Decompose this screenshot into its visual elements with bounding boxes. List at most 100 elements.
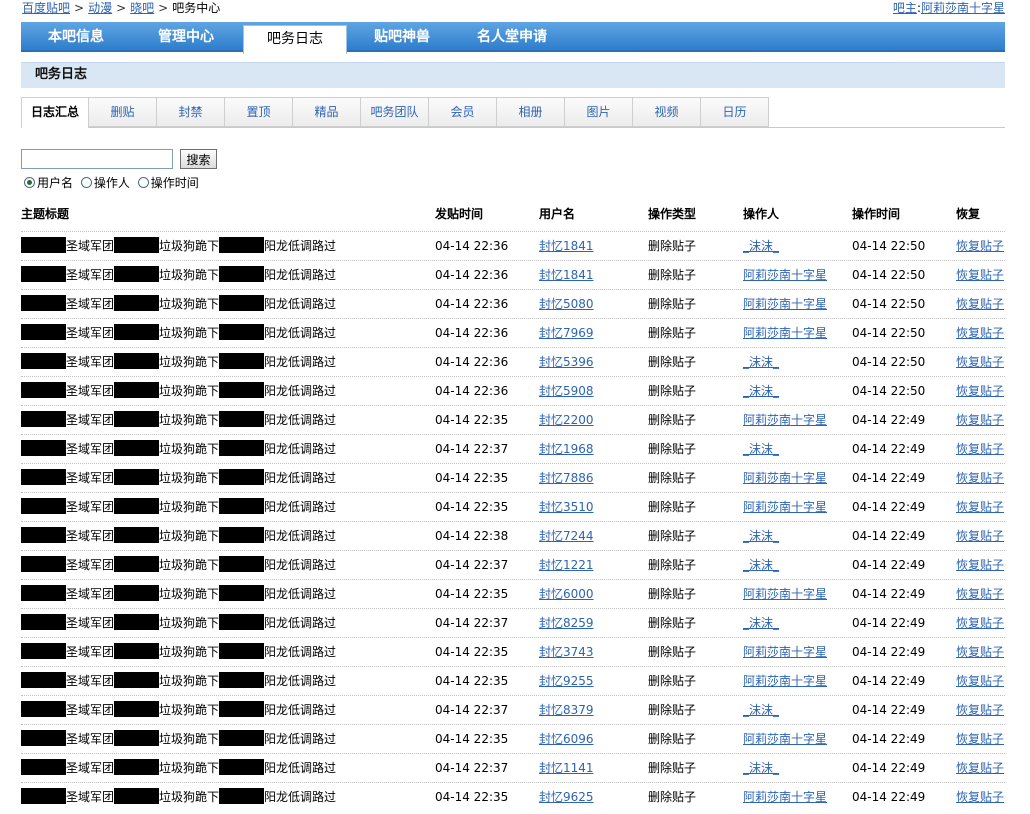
tab-management-center[interactable]: 管理中心 [131, 22, 241, 52]
operator-link[interactable]: _沫沫_ [743, 551, 779, 579]
username-link[interactable]: 封忆7244 [539, 522, 594, 550]
restore-post-link[interactable]: 恢复贴子 [956, 551, 1004, 579]
restore-post-link[interactable]: 恢复贴子 [956, 783, 1004, 811]
restore-post-link[interactable]: 恢复贴子 [956, 667, 1004, 695]
operator-link[interactable]: 阿莉莎南十字星 [743, 783, 827, 811]
topic-title: 圣域军团 垃圾狗跪下 阳龙低调路过 [21, 232, 336, 260]
subtab-calendar[interactable]: 日历 [701, 97, 769, 127]
operator-link[interactable]: _沫沫_ [743, 522, 779, 550]
restore-post-link[interactable]: 恢复贴子 [956, 348, 1004, 376]
username-link[interactable]: 封忆1221 [539, 551, 594, 579]
search-input[interactable] [21, 149, 173, 169]
table-row: 圣域军团 垃圾狗跪下 阳龙低调路过 04-14 22:36 封忆1841 删除贴子 … [21, 231, 1005, 260]
restore-post-link[interactable]: 恢复贴子 [956, 522, 1004, 550]
username-link[interactable]: 封忆1841 [539, 261, 594, 289]
restore-post-link[interactable]: 恢复贴子 [956, 609, 1004, 637]
operator-link[interactable]: 阿莉莎南十字星 [743, 406, 827, 434]
username-link[interactable]: 封忆8259 [539, 609, 594, 637]
breadcrumb-link-bar[interactable]: 晓吧 [130, 1, 154, 15]
table-row: 圣域军团 垃圾狗跪下 阳龙低调路过 04-14 22:36 封忆5908 删除贴子 … [21, 376, 1005, 405]
topic-title: 圣域军团 垃圾狗跪下 阳龙低调路过 [21, 406, 336, 434]
restore-post-link[interactable]: 恢复贴子 [956, 754, 1004, 782]
operator-link[interactable]: 阿莉莎南十字星 [743, 261, 827, 289]
radio-username[interactable]: 用户名 [24, 174, 73, 191]
username-link[interactable]: 封忆7969 [539, 319, 594, 347]
subtab-team[interactable]: 吧务团队 [361, 97, 429, 127]
tab-bar-beast[interactable]: 贴吧神兽 [347, 22, 457, 52]
subtab-featured[interactable]: 精品 [293, 97, 361, 127]
post-time: 04-14 22:37 [435, 761, 509, 775]
restore-post-link[interactable]: 恢复贴子 [956, 725, 1004, 753]
restore-post-link[interactable]: 恢复贴子 [956, 696, 1004, 724]
search-button[interactable]: 搜索 [180, 149, 217, 169]
radio-operation-time[interactable]: 操作时间 [137, 174, 199, 191]
username-link[interactable]: 封忆6000 [539, 580, 594, 608]
username-link[interactable]: 封忆2200 [539, 406, 594, 434]
subtab-summary[interactable]: 日志汇总 [21, 97, 89, 128]
subtab-albums[interactable]: 相册 [497, 97, 565, 127]
restore-post-link[interactable]: 恢复贴子 [956, 638, 1004, 666]
restore-post-link[interactable]: 恢复贴子 [956, 319, 1004, 347]
username-link[interactable]: 封忆3743 [539, 638, 594, 666]
operator-link[interactable]: _沫沫_ [743, 754, 779, 782]
subtab-pictures[interactable]: 图片 [565, 97, 633, 127]
username-link[interactable]: 封忆8379 [539, 696, 594, 724]
restore-post-link[interactable]: 恢复贴子 [956, 580, 1004, 608]
restore-post-link[interactable]: 恢复贴子 [956, 290, 1004, 318]
operator-link[interactable]: _沫沫_ [743, 232, 779, 260]
operator-link[interactable]: 阿莉莎南十字星 [743, 464, 827, 492]
operator-link[interactable]: 阿莉莎南十字星 [743, 493, 827, 521]
redaction-block [114, 353, 160, 369]
username-link[interactable]: 封忆5080 [539, 290, 594, 318]
topic-title: 圣域军团 垃圾狗跪下 阳龙低调路过 [21, 319, 336, 347]
subtab-videos[interactable]: 视频 [633, 97, 701, 127]
operator-link[interactable]: _沫沫_ [743, 696, 779, 724]
restore-post-link[interactable]: 恢复贴子 [956, 232, 1004, 260]
operator-link[interactable]: _沫沫_ [743, 435, 779, 463]
operator-link[interactable]: 阿莉莎南十字星 [743, 667, 827, 695]
restore-post-link[interactable]: 恢复贴子 [956, 261, 1004, 289]
username-link[interactable]: 封忆6096 [539, 725, 594, 753]
redaction-block [219, 556, 265, 572]
title-part: 圣域军团 [66, 413, 115, 427]
operator-link[interactable]: 阿莉莎南十字星 [743, 725, 827, 753]
table-row: 圣域军团 垃圾狗跪下 阳龙低调路过 04-14 22:35 封忆3743 删除贴子 … [21, 637, 1005, 666]
restore-post-link[interactable]: 恢复贴子 [956, 464, 1004, 492]
username-link[interactable]: 封忆1841 [539, 232, 594, 260]
owner-name-link[interactable]: 阿莉莎南十字星 [921, 1, 1005, 15]
operator-link[interactable]: 阿莉莎南十字星 [743, 290, 827, 318]
breadcrumb: 百度贴吧 > 动漫 > 晓吧 > 吧务中心 [22, 0, 220, 16]
username-link[interactable]: 封忆3510 [539, 493, 594, 521]
username-link[interactable]: 封忆9625 [539, 783, 594, 811]
operator-link[interactable]: 阿莉莎南十字星 [743, 319, 827, 347]
username-link[interactable]: 封忆1968 [539, 435, 594, 463]
subtab-ban[interactable]: 封禁 [157, 97, 225, 127]
owner-label-link[interactable]: 吧主 [893, 1, 917, 15]
restore-post-link[interactable]: 恢复贴子 [956, 406, 1004, 434]
operation-time: 04-14 22:50 [852, 297, 926, 311]
operator-link[interactable]: _沫沫_ [743, 348, 779, 376]
username-link[interactable]: 封忆5908 [539, 377, 594, 405]
log-table: 主题标题 发贴时间 用户名 操作类型 操作人 操作时间 恢复 圣域军团 垃圾狗跪下… [21, 204, 1005, 811]
subtab-members[interactable]: 会员 [429, 97, 497, 127]
operator-link[interactable]: _沫沫_ [743, 609, 779, 637]
restore-post-link[interactable]: 恢复贴子 [956, 435, 1004, 463]
tab-bar-info[interactable]: 本吧信息 [21, 22, 131, 52]
username-link[interactable]: 封忆9255 [539, 667, 594, 695]
radio-operator[interactable]: 操作人 [80, 174, 130, 191]
username-link[interactable]: 封忆5396 [539, 348, 594, 376]
breadcrumb-link-tieba[interactable]: 百度贴吧 [22, 1, 70, 15]
subtab-delete[interactable]: 删贴 [89, 97, 157, 127]
subtab-pin[interactable]: 置顶 [225, 97, 293, 127]
restore-post-link[interactable]: 恢复贴子 [956, 377, 1004, 405]
tab-hall-of-fame[interactable]: 名人堂申请 [457, 22, 567, 52]
operator-link[interactable]: 阿莉莎南十字星 [743, 638, 827, 666]
breadcrumb-separator: > [74, 1, 85, 15]
operator-link[interactable]: _沫沫_ [743, 377, 779, 405]
restore-post-link[interactable]: 恢复贴子 [956, 493, 1004, 521]
operator-link[interactable]: 阿莉莎南十字星 [743, 580, 827, 608]
breadcrumb-link-anime[interactable]: 动漫 [88, 1, 112, 15]
tab-bar-log[interactable]: 吧务日志 [243, 25, 347, 54]
username-link[interactable]: 封忆1141 [539, 754, 594, 782]
username-link[interactable]: 封忆7886 [539, 464, 594, 492]
